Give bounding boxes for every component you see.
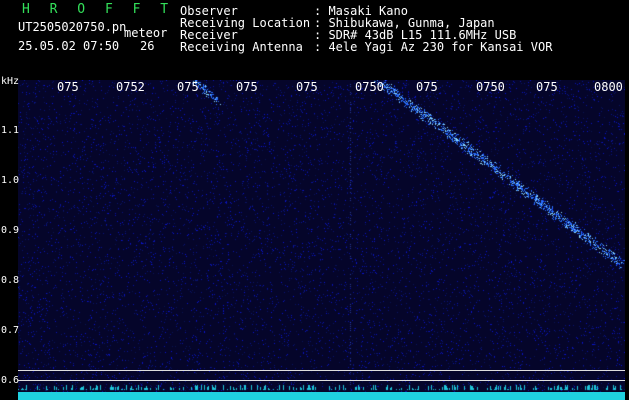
y-tick: 1.1: [1, 125, 20, 136]
x-tick: 0750: [355, 80, 384, 94]
x-tick: 075: [57, 80, 79, 94]
x-tick: 075: [236, 80, 258, 94]
y-tick: 0.6: [1, 375, 20, 386]
filename-label: UT2505020750.pn: [18, 20, 127, 34]
reference-line: [18, 370, 625, 371]
x-tick: 0750: [476, 80, 505, 94]
noise-baseline: [18, 392, 625, 400]
spectrogram-plot: [18, 80, 625, 398]
y-tick: 0.8: [1, 275, 20, 286]
x-tick: 075: [536, 80, 558, 94]
app-title: H R O F F T: [22, 2, 175, 17]
x-tick: 0752: [116, 80, 145, 94]
datetime-label: 25.05.02 07:50: [18, 39, 120, 53]
x-tick: 075: [416, 80, 438, 94]
station-info: Observer : Masaki Kano Receiving Locatio…: [180, 5, 552, 53]
y-tick: 0.7: [1, 325, 20, 336]
y-tick: 1.0: [1, 175, 20, 186]
info-row-antenna: Receiving Antenna : 4ele Yagi Az 230 for…: [180, 41, 552, 53]
x-tick: 075: [296, 80, 318, 94]
reference-line: [18, 380, 625, 381]
x-tick: 0800: [594, 80, 623, 94]
count-label: 26: [140, 39, 155, 53]
detection-tag: meteor: [124, 26, 168, 40]
spectrogram-canvas: [18, 80, 625, 398]
info-value: : 4ele Yagi Az 230 for Kansai VOR: [314, 40, 553, 54]
info-label: Receiving Antenna: [180, 40, 303, 54]
y-axis-unit: kHz: [1, 76, 20, 87]
x-tick: 075: [177, 80, 199, 94]
y-tick: 0.9: [1, 225, 20, 236]
